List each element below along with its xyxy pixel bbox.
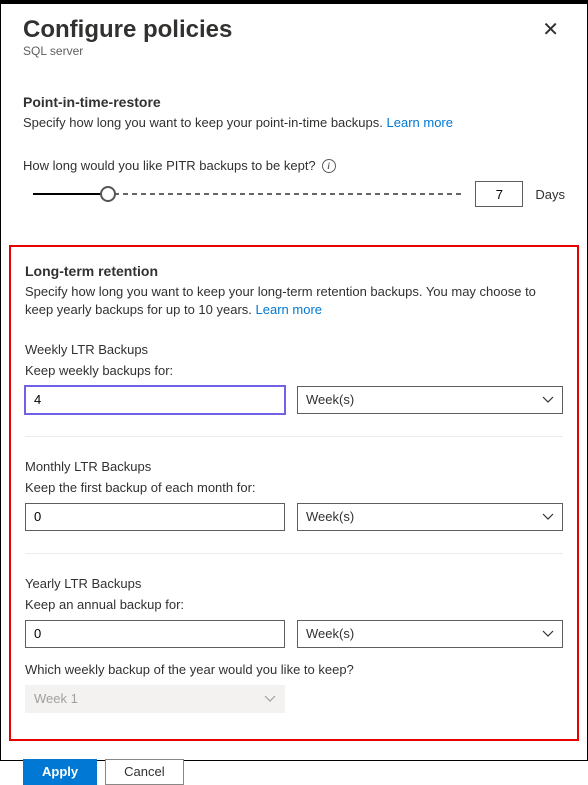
pitr-days-input[interactable] — [475, 181, 523, 207]
ltr-learn-more-link[interactable]: Learn more — [256, 302, 322, 317]
pitr-description: Specify how long you want to keep your p… — [23, 114, 565, 132]
monthly-ltr-unit-select[interactable]: Week(s) — [297, 503, 563, 531]
yearly-week-value: Week 1 — [34, 691, 78, 706]
action-button-bar: Apply Cancel — [1, 759, 587, 785]
weekly-ltr-label: Weekly LTR Backups — [25, 342, 563, 357]
yearly-ltr-value-input[interactable] — [25, 620, 285, 648]
ltr-description: Specify how long you want to keep your l… — [25, 283, 563, 319]
page-subtitle: SQL server — [23, 44, 232, 58]
yearly-ltr-sublabel: Keep an annual backup for: — [25, 597, 563, 612]
pitr-section: Point-in-time-restore Specify how long y… — [23, 94, 565, 207]
monthly-ltr-label: Monthly LTR Backups — [25, 459, 563, 474]
yearly-week-question: Which weekly backup of the year would yo… — [25, 662, 563, 677]
weekly-ltr-unit-select[interactable]: Week(s) — [297, 386, 563, 414]
slider-fill — [33, 193, 108, 195]
yearly-ltr-unit-text: Week(s) — [306, 626, 354, 641]
chevron-down-icon — [542, 511, 554, 523]
ltr-section: Long-term retention Specify how long you… — [9, 245, 579, 740]
chevron-down-icon — [264, 693, 276, 705]
pitr-slider-row: Days — [23, 181, 565, 207]
weekly-ltr-value-input[interactable] — [25, 386, 285, 414]
cancel-button[interactable]: Cancel — [105, 759, 183, 785]
pitr-days-unit: Days — [535, 187, 565, 202]
slider-thumb[interactable] — [100, 186, 116, 202]
pitr-learn-more-link[interactable]: Learn more — [387, 115, 453, 130]
pitr-title: Point-in-time-restore — [23, 94, 565, 110]
apply-button[interactable]: Apply — [23, 759, 97, 785]
chevron-down-icon — [542, 394, 554, 406]
divider — [25, 436, 563, 437]
pitr-desc-text: Specify how long you want to keep your p… — [23, 115, 383, 130]
weekly-ltr-unit-text: Week(s) — [306, 392, 354, 407]
divider — [25, 553, 563, 554]
monthly-ltr-value-input[interactable] — [25, 503, 285, 531]
pitr-question-row: How long would you like PITR backups to … — [23, 158, 565, 173]
ltr-title: Long-term retention — [25, 263, 563, 279]
page-title: Configure policies — [23, 16, 232, 44]
yearly-ltr-label: Yearly LTR Backups — [25, 576, 563, 591]
yearly-week-select: Week 1 — [25, 685, 285, 713]
chevron-down-icon — [542, 628, 554, 640]
monthly-ltr-block: Monthly LTR Backups Keep the first backu… — [25, 459, 563, 531]
weekly-ltr-sublabel: Keep weekly backups for: — [25, 363, 563, 378]
close-icon[interactable]: ✕ — [536, 16, 565, 44]
monthly-ltr-unit-text: Week(s) — [306, 509, 354, 524]
pitr-slider[interactable] — [23, 183, 463, 205]
weekly-ltr-block: Weekly LTR Backups Keep weekly backups f… — [25, 342, 563, 414]
yearly-ltr-unit-select[interactable]: Week(s) — [297, 620, 563, 648]
pitr-question-text: How long would you like PITR backups to … — [23, 158, 316, 173]
panel-header: Configure policies SQL server ✕ — [23, 16, 565, 58]
monthly-ltr-sublabel: Keep the first backup of each month for: — [25, 480, 563, 495]
info-icon[interactable]: i — [322, 159, 336, 173]
yearly-ltr-block: Yearly LTR Backups Keep an annual backup… — [25, 576, 563, 713]
